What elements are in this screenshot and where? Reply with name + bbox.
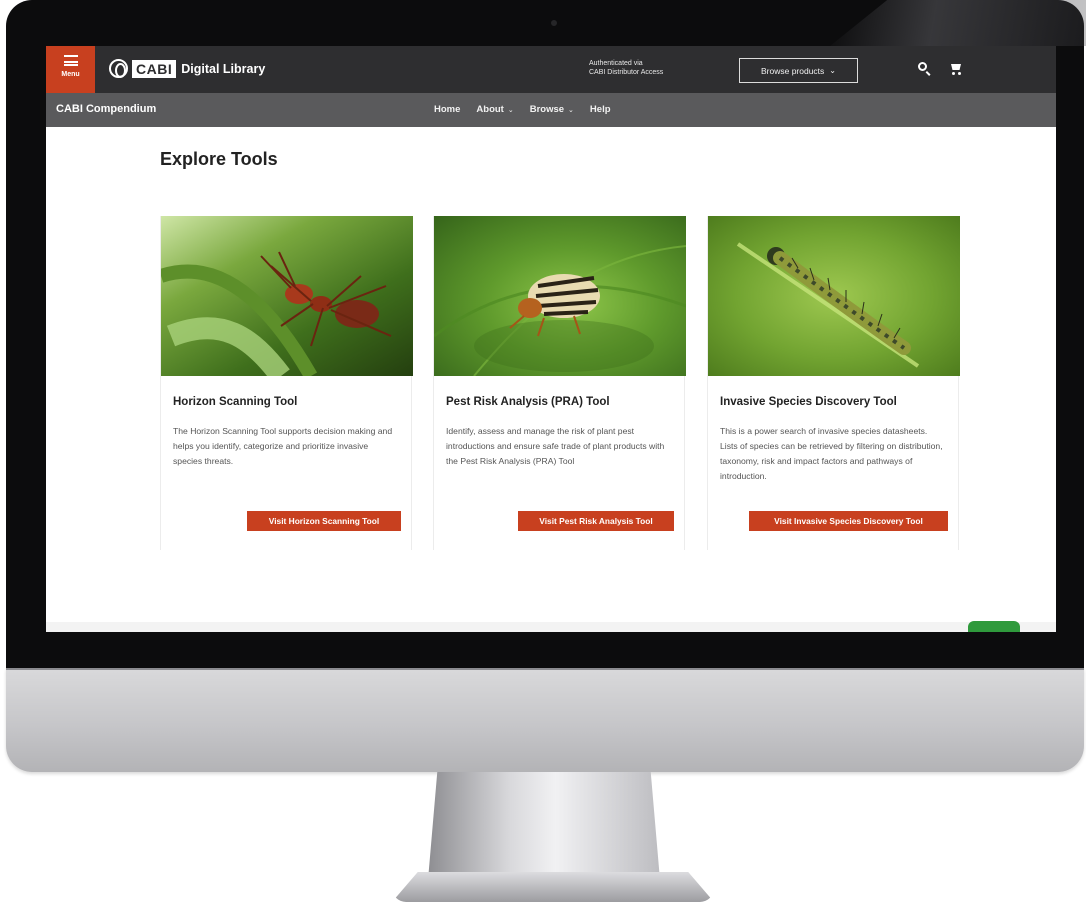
menu-button[interactable]: Menu (46, 46, 95, 93)
ant-image (161, 216, 413, 376)
logo-box: CABI (132, 59, 177, 78)
monitor-stand-neck (428, 772, 660, 880)
hamburger-icon (63, 55, 78, 66)
nav-item-browse[interactable]: Browse ⌄ (530, 104, 574, 115)
nav-item-help[interactable]: Help (590, 104, 611, 115)
monitor-chin (6, 668, 1084, 772)
browse-products-button[interactable]: Browse products ⌄ (739, 58, 858, 83)
card-description: This is a power search of invasive speci… (720, 426, 943, 481)
page-title: Explore Tools (160, 149, 278, 169)
compendium-nav-bar: CABI Compendium Home About ⌄ Browse ⌄ He… (46, 93, 1056, 127)
tool-card-discovery: Invasive Species Discovery Tool This is … (707, 216, 960, 550)
nav-label: About (476, 104, 504, 115)
card-title: Pest Risk Analysis (PRA) Tool (446, 396, 610, 408)
nav-label: Help (589, 104, 611, 115)
footer-strip (46, 622, 1056, 632)
chevron-down-icon: ⌄ (829, 66, 836, 75)
visit-horizon-button[interactable]: Visit Horizon Scanning Tool (247, 511, 401, 531)
cabi-logo[interactable]: CABI Digital Library (109, 59, 265, 78)
visit-discovery-button[interactable]: Visit Invasive Species Discovery Tool (749, 511, 948, 531)
chevron-down-icon: ⌄ (568, 106, 574, 114)
auth-line-2: CABI Distributor Access (589, 69, 664, 76)
compendium-title[interactable]: CABI Compendium (56, 103, 156, 115)
menu-label: Menu (61, 71, 80, 78)
monitor-stand-foot (392, 872, 714, 902)
cart-icon[interactable] (950, 62, 962, 76)
card-description: Identify, assess and manage the risk of … (446, 426, 665, 466)
chevron-down-icon: ⌄ (507, 106, 514, 114)
auth-line-1: Authenticated via (589, 60, 643, 67)
search-icon[interactable] (918, 62, 927, 71)
logo-text: Digital Library (181, 61, 266, 76)
desktop-mockup: Menu CABI Digital Library Authenticated … (0, 0, 1086, 907)
nav-label: Home (434, 104, 461, 115)
card-title: Invasive Species Discovery Tool (720, 396, 897, 408)
chat-tab[interactable] (968, 621, 1020, 632)
chin-divider (6, 668, 1084, 670)
browser-viewport: Menu CABI Digital Library Authenticated … (46, 46, 1056, 632)
cabi-logo-icon (109, 59, 128, 78)
auth-info: Authenticated via CABI Distributor Acces… (589, 59, 663, 77)
browse-products-label: Browse products (760, 65, 825, 76)
tool-card-horizon: Horizon Scanning Tool The Horizon Scanni… (160, 216, 413, 550)
nav-item-about[interactable]: About ⌄ (476, 104, 513, 115)
card-title: Horizon Scanning Tool (173, 396, 298, 408)
card-description: The Horizon Scanning Tool supports decis… (173, 426, 393, 466)
camera-icon (551, 20, 557, 26)
nav-item-home[interactable]: Home (434, 104, 460, 115)
nav-label: Browse (529, 104, 565, 115)
tool-card-pra: Pest Risk Analysis (PRA) Tool Identify, … (433, 216, 686, 550)
visit-pra-button[interactable]: Visit Pest Risk Analysis Tool (518, 511, 674, 531)
main-nav: Home About ⌄ Browse ⌄ Help (434, 104, 627, 115)
site-header: Menu CABI Digital Library Authenticated … (46, 46, 1056, 93)
beetle-image (434, 216, 686, 376)
caterpillar-image (708, 216, 960, 376)
